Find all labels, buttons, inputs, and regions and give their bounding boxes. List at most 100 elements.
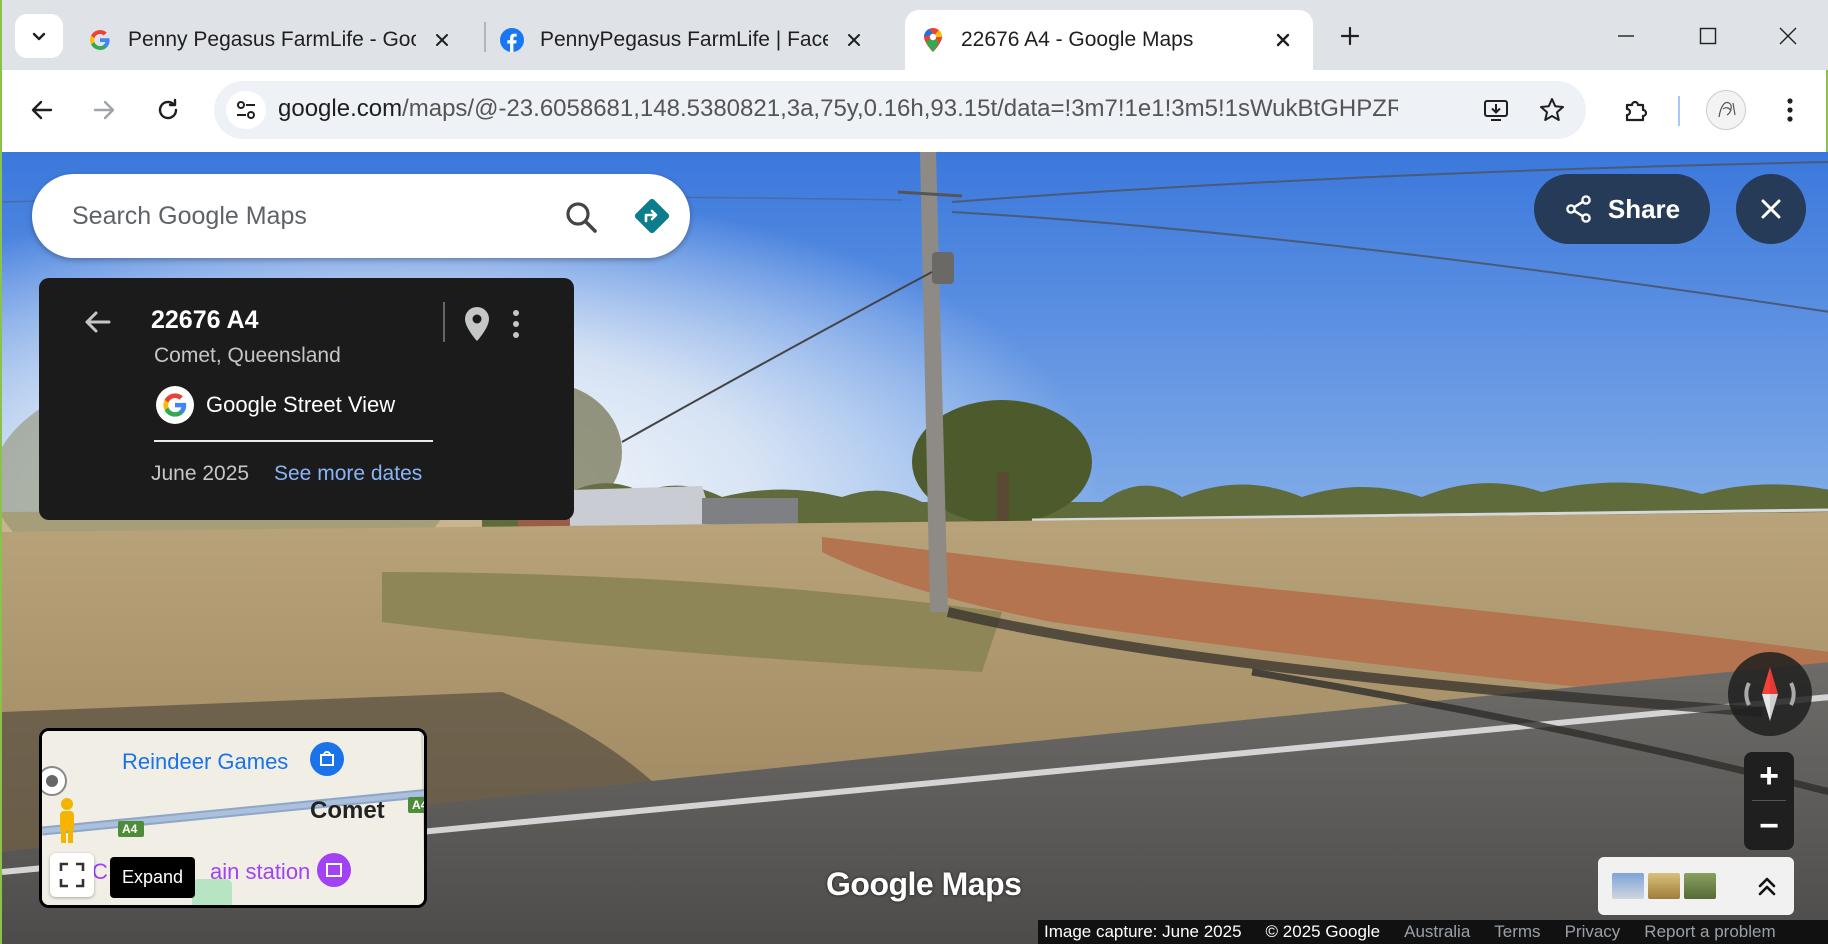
close-tab-icon[interactable] bbox=[842, 28, 866, 52]
site-info-button[interactable] bbox=[226, 91, 266, 129]
road-shield-label: A4 bbox=[412, 798, 427, 812]
google-icon bbox=[88, 28, 112, 52]
image-capture-date: Image capture: June 2025 bbox=[1044, 922, 1242, 941]
place-pin-button[interactable] bbox=[459, 304, 495, 344]
toolbar-divider bbox=[1678, 96, 1680, 126]
google-maps-watermark: Google Maps bbox=[826, 866, 1022, 902]
new-tab-button[interactable] bbox=[1332, 18, 1368, 54]
more-vert-icon bbox=[513, 310, 519, 338]
photo-strip-toggle[interactable] bbox=[1598, 857, 1794, 915]
privacy-link[interactable]: Privacy bbox=[1553, 922, 1633, 942]
source-underline bbox=[154, 440, 433, 442]
road-shield-label: A4 bbox=[122, 822, 138, 836]
share-icon bbox=[1566, 195, 1591, 223]
tab-title: Penny Pegasus FarmLife - Goog bbox=[128, 28, 416, 51]
search-icon bbox=[566, 202, 597, 233]
maximize-icon bbox=[1699, 27, 1717, 45]
compass-icon bbox=[1744, 667, 1796, 721]
poi-label[interactable]: ain station bbox=[210, 859, 310, 885]
close-icon bbox=[1761, 199, 1781, 219]
bookmark-button[interactable] bbox=[1536, 94, 1568, 126]
google-icon bbox=[156, 386, 194, 424]
maximize-button[interactable] bbox=[1690, 18, 1726, 54]
terms-link[interactable]: Terms bbox=[1482, 922, 1552, 942]
tab-search-button[interactable] bbox=[15, 14, 63, 58]
search-input[interactable] bbox=[72, 196, 512, 236]
reload-icon bbox=[158, 98, 178, 120]
tab-penny-google[interactable]: Penny Pegasus FarmLife - Goog bbox=[72, 10, 472, 70]
fullscreen-icon bbox=[59, 862, 85, 888]
back-button[interactable] bbox=[22, 90, 62, 130]
copyright: © 2025 Google bbox=[1265, 922, 1381, 941]
photo-thumbnail[interactable] bbox=[1612, 873, 1644, 899]
expand-map-button[interactable] bbox=[50, 853, 94, 897]
place-title: 22676 A4 bbox=[151, 306, 259, 334]
back-button[interactable] bbox=[77, 302, 117, 342]
close-tab-icon[interactable] bbox=[430, 28, 454, 52]
zoom-divider bbox=[1752, 800, 1786, 801]
directions-icon bbox=[634, 198, 670, 234]
place-info-card: 22676 A4 Comet, Queensland Google Street… bbox=[39, 278, 574, 520]
expand-tooltip: Expand bbox=[110, 857, 196, 898]
tune-icon bbox=[237, 101, 255, 119]
see-more-dates-link[interactable]: See more dates bbox=[274, 462, 422, 486]
street-view-source[interactable]: Google Street View bbox=[156, 386, 395, 424]
tab-title: 22676 A4 - Google Maps bbox=[961, 28, 1194, 51]
more-vert-icon bbox=[1787, 98, 1793, 122]
google-maps-pin-icon bbox=[921, 28, 945, 52]
url-path: /maps/@-23.6058681,148.5380821,3a,75y,0.… bbox=[402, 95, 1398, 122]
more-options-button[interactable] bbox=[501, 304, 531, 344]
install-app-button[interactable] bbox=[1480, 94, 1512, 126]
puzzle-icon bbox=[1625, 100, 1648, 122]
directions-button[interactable] bbox=[630, 194, 674, 238]
photo-thumbnail[interactable] bbox=[1648, 873, 1680, 899]
capture-date: June 2025 bbox=[151, 462, 250, 485]
facebook-icon bbox=[500, 28, 524, 52]
browser-toolbar: google.com/maps/@-23.6058681,148.5380821… bbox=[0, 70, 1828, 152]
profile-avatar[interactable] bbox=[1706, 90, 1746, 130]
star-icon bbox=[1540, 98, 1564, 121]
double-chevron-up-icon bbox=[1758, 877, 1776, 896]
close-window-button[interactable] bbox=[1770, 18, 1806, 54]
expand-photos-button[interactable] bbox=[1750, 869, 1784, 903]
tab-google-maps[interactable]: 22676 A4 - Google Maps bbox=[905, 10, 1313, 70]
install-icon bbox=[1484, 100, 1508, 121]
browser-menu-button[interactable] bbox=[1770, 90, 1810, 130]
minimize-icon bbox=[1618, 35, 1634, 37]
tab-strip: Penny Pegasus FarmLife - Goog PennyPegas… bbox=[0, 0, 1828, 70]
region-link[interactable]: Australia bbox=[1392, 922, 1482, 942]
address-bar[interactable]: google.com/maps/@-23.6058681,148.5380821… bbox=[214, 81, 1586, 139]
card-divider bbox=[443, 302, 445, 342]
maps-search-box bbox=[32, 174, 690, 258]
url-text[interactable]: google.com/maps/@-23.6058681,148.5380821… bbox=[278, 95, 1398, 123]
close-street-view-button[interactable] bbox=[1736, 174, 1806, 244]
extensions-button[interactable] bbox=[1616, 90, 1656, 130]
search-button[interactable] bbox=[560, 196, 602, 238]
plus-icon bbox=[1340, 26, 1360, 46]
town-label: Comet bbox=[310, 797, 385, 824]
poi-label[interactable]: Reindeer Games bbox=[122, 749, 288, 775]
share-button[interactable]: Share bbox=[1534, 174, 1710, 244]
photo-thumbnail[interactable] bbox=[1684, 873, 1716, 899]
zoom-out-button[interactable]: − bbox=[1744, 802, 1794, 850]
map-footer: Image capture: June 2025 © 2025 Google A… bbox=[1038, 920, 1828, 944]
avatar-sketch-icon bbox=[1718, 101, 1736, 118]
mini-map[interactable]: Reindeer Games Comet A4 A4 C ain station… bbox=[39, 728, 427, 908]
place-subtitle: Comet, Queensland bbox=[154, 344, 341, 367]
tab-title: PennyPegasus FarmLife | Facebo bbox=[540, 28, 828, 51]
zoom-control: + − bbox=[1744, 752, 1794, 850]
share-label: Share bbox=[1607, 193, 1681, 224]
arrow-left-icon bbox=[85, 311, 111, 333]
zoom-in-button[interactable]: + bbox=[1744, 752, 1794, 800]
street-view-panorama[interactable]: Share 22676 A4 Comet, Queensland bbox=[0, 152, 1828, 944]
forward-button[interactable] bbox=[84, 90, 124, 130]
tab-penny-facebook[interactable]: PennyPegasus FarmLife | Facebo bbox=[484, 10, 884, 70]
reload-button[interactable] bbox=[148, 90, 188, 130]
close-icon bbox=[1779, 27, 1797, 45]
close-tab-icon[interactable] bbox=[1271, 28, 1295, 52]
poi-label-prefix: C bbox=[92, 859, 108, 884]
minimize-button[interactable] bbox=[1608, 18, 1644, 54]
compass-control[interactable] bbox=[1728, 652, 1812, 736]
arrow-right-icon bbox=[93, 100, 115, 120]
report-problem-link[interactable]: Report a problem bbox=[1632, 922, 1787, 942]
